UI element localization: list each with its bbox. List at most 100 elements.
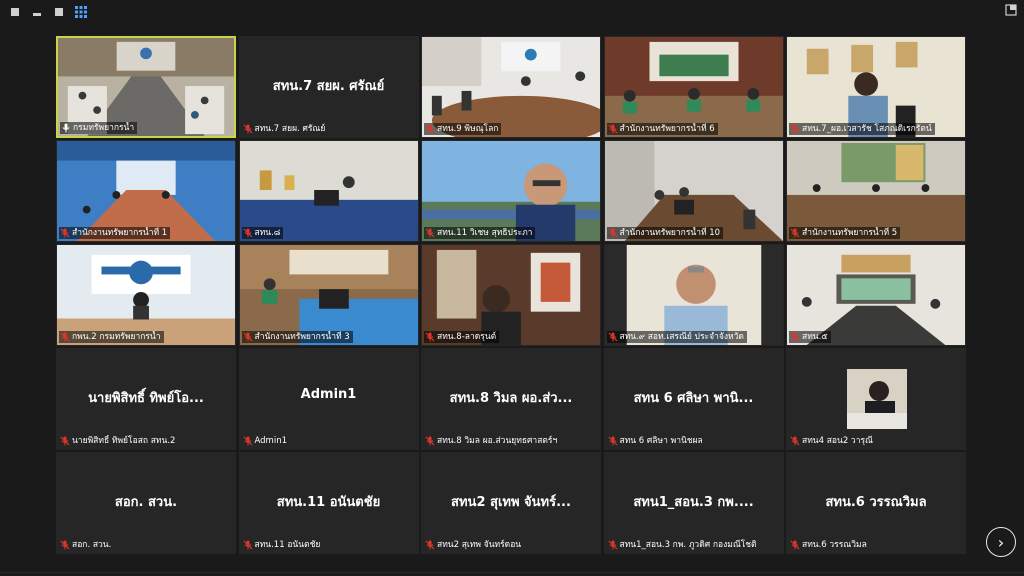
participant-name-label: สทน.6 วรรณวิมล (789, 539, 870, 551)
participant-name: สำนักงานทรัพยากรน้ำที่ 10 (619, 228, 721, 238)
participant-display-name: สทน1_สอน.3 กพ.... (633, 495, 754, 510)
participant-name: สอก. สวน. (72, 540, 112, 550)
participant-display-name: สทน 6 ศลิษา พานิ... (633, 391, 754, 406)
muted-mic-icon (608, 332, 618, 342)
participant-video (787, 37, 965, 137)
muted-mic-icon (243, 436, 253, 446)
participant-tile[interactable]: สทน.11 อนันตชัย สทน.11 อนันตชัย (238, 452, 419, 554)
participant-display-name: Admin1 (300, 387, 357, 402)
participant-tile[interactable]: สทน.6 วรรณวิมล สทน.6 วรรณวิมล (786, 452, 966, 554)
participant-display-name: สทน.6 วรรณวิมล (825, 495, 927, 510)
participant-tile[interactable]: สทน.๘ (238, 140, 419, 242)
mic-icon (61, 123, 71, 133)
participant-name-label: สทน.8-ลาดรุนต์ (424, 331, 500, 343)
participant-video (787, 245, 965, 345)
participant-tile[interactable]: สทน.11 วิเชษ สุทธิประภา (421, 140, 601, 242)
participant-name-label: สทน.9 พิษณุโลก (424, 123, 502, 135)
participant-tile[interactable]: สทน.8-ลาดรุนต์ (421, 244, 601, 346)
participant-name-label: สทน.8 วิมล ผอ.ส่วนยุทธศาสตร์ฯ (424, 435, 560, 447)
participant-tile[interactable]: สทน 6 ศลิษา พานิ... สทน 6 ศลิษา พานิชผล (603, 348, 784, 450)
participant-name-label: สำนักงานทรัพยากรน้ำที่ 3 (241, 331, 353, 343)
participant-name: สทน.6 วรรณวิมล (802, 540, 867, 550)
participant-tile[interactable]: กรมทรัพยากรน้ำ (56, 36, 236, 138)
muted-mic-icon (608, 540, 618, 550)
participant-tile[interactable]: สทน1_สอน.3 กพ.... สทน1_สอน.3 กพ. ภูวดิศ … (603, 452, 784, 554)
participant-name: นายพิสิทธิ์ ทิพย์โอสถ สทน.2 (72, 436, 176, 446)
participant-name: สทน.๘ (254, 228, 281, 238)
muted-mic-icon (790, 228, 800, 238)
participant-video (422, 245, 600, 345)
participant-name-label: สำนักงานทรัพยากรน้ำที่ 10 (606, 227, 724, 239)
participant-tile[interactable]: กพน.2 กรมทรัพยากรน้ำ (56, 244, 236, 346)
next-page-button[interactable]: › (986, 527, 1016, 557)
participant-avatar (847, 369, 907, 429)
muted-mic-icon (425, 332, 435, 342)
muted-mic-icon (790, 124, 800, 134)
muted-mic-icon (608, 436, 618, 446)
participant-video (57, 245, 235, 345)
bottom-divider (0, 572, 1024, 573)
participant-name: สทน.7_ผอ.เวสารัช โสภณดิเรกรัตน์ (802, 124, 932, 134)
participant-tile[interactable]: นายพิสิทธิ์ ทิพย์โอ... นายพิสิทธิ์ ทิพย์… (56, 348, 236, 450)
participant-display-name: สอก. สวน. (114, 495, 178, 510)
participant-video (239, 245, 418, 345)
muted-mic-icon (425, 124, 435, 134)
participant-name-label: สำนักงานทรัพยากรน้ำที่ 5 (789, 227, 901, 239)
participant-name: Admin1 (254, 436, 288, 446)
participant-name: สทน4 สอน2 วารุณี (802, 436, 873, 446)
participant-tile[interactable]: สทน.7 สยผ. ศรัณย์ สทน.7 สยผ. ศรัณย์ (238, 36, 419, 138)
muted-mic-icon (790, 332, 800, 342)
muted-mic-icon (60, 332, 70, 342)
participant-tile[interactable]: สทน2 สุเทพ จันทร์... สทน2 สุเทพ จันทร์ดอ… (421, 452, 601, 554)
muted-mic-icon (425, 436, 435, 446)
participant-name-label: สอก. สวน. (59, 539, 114, 551)
participant-tile[interactable]: สทน.7_ผอ.เวสารัช โสภณดิเรกรัตน์ (786, 36, 966, 138)
participant-video (604, 141, 783, 241)
participant-video (57, 141, 235, 241)
participant-tile[interactable]: สทน.๙ สอท.เสรณีย์ ประจำจังหวัด (603, 244, 784, 346)
fullscreen-icon[interactable] (8, 5, 22, 19)
participant-tile[interactable]: สอก. สวน. สอก. สวน. (56, 452, 236, 554)
participant-tile[interactable]: สำนักงานทรัพยากรน้ำที่ 6 (603, 36, 784, 138)
muted-mic-icon (608, 124, 618, 134)
participant-name: สทน.11 อนันตชัย (254, 540, 321, 550)
exit-fullscreen-icon[interactable] (1004, 3, 1018, 17)
participant-tile[interactable]: Admin1 Admin1 (238, 348, 419, 450)
participant-name-label: สทน.๙ สอท.เสรณีย์ ประจำจังหวัด (606, 331, 747, 343)
minimize-icon[interactable] (30, 5, 44, 19)
muted-mic-icon (60, 228, 70, 238)
participant-name-label: Admin1 (242, 435, 291, 447)
muted-mic-icon (790, 436, 800, 446)
participant-name-label: สทน1_สอน.3 กพ. ภูวดิศ กองมณีโชติ (607, 539, 760, 551)
participant-gallery: กรมทรัพยากรน้ำ สทน.7 สยผ. ศรัณย์ สทน.7 สย… (56, 36, 966, 554)
participant-name-label: สำนักงานทรัพยากรน้ำที่ 6 (606, 123, 718, 135)
chevron-right-icon: › (997, 532, 1005, 552)
participant-tile[interactable]: สทน.8 วิมล ผอ.ส่ว... สทน.8 วิมล ผอ.ส่วนย… (421, 348, 601, 450)
gallery-view-icon[interactable] (74, 5, 88, 19)
participant-video (239, 141, 418, 241)
participant-video (787, 141, 965, 241)
participant-name-label: สทน.7_ผอ.เวสารัช โสภณดิเรกรัตน์ (789, 123, 935, 135)
participant-tile[interactable]: สำนักงานทรัพยากรน้ำที่ 10 (603, 140, 784, 242)
participant-name-label: สทน.๕ (789, 331, 831, 343)
participant-name: สทน.11 วิเชษ สุทธิประภา (437, 228, 533, 238)
participant-tile[interactable]: สทน.๕ (786, 244, 966, 346)
muted-mic-icon (60, 436, 70, 446)
participant-video (422, 141, 600, 241)
participant-name: สทน.7 สยผ. ศรัณย์ (254, 124, 326, 134)
participant-name: สทน.8-ลาดรุนต์ (437, 332, 497, 342)
participant-tile[interactable]: สำนักงานทรัพยากรน้ำที่ 3 (238, 244, 419, 346)
participant-tile[interactable]: สำนักงานทรัพยากรน้ำที่ 1 (56, 140, 236, 242)
muted-mic-icon (243, 228, 253, 238)
participant-display-name: สทน2 สุเทพ จันทร์... (451, 495, 571, 510)
restore-icon[interactable] (52, 5, 66, 19)
participant-name-label: สทน2 สุเทพ จันทร์ดอน (424, 539, 524, 551)
participant-tile[interactable]: สทน.9 พิษณุโลก (421, 36, 601, 138)
participant-name-label: กพน.2 กรมทรัพยากรน้ำ (59, 331, 164, 343)
participant-tile[interactable]: สทน4 สอน2 วารุณี (786, 348, 966, 450)
participant-name-label: สทน4 สอน2 วารุณี (789, 435, 876, 447)
participant-name-label: สำนักงานทรัพยากรน้ำที่ 1 (59, 227, 171, 239)
participant-name: สทน.8 วิมล ผอ.ส่วนยุทธศาสตร์ฯ (437, 436, 558, 446)
participant-name-label: สทน.11 อนันตชัย (242, 539, 324, 551)
participant-tile[interactable]: สำนักงานทรัพยากรน้ำที่ 5 (786, 140, 966, 242)
